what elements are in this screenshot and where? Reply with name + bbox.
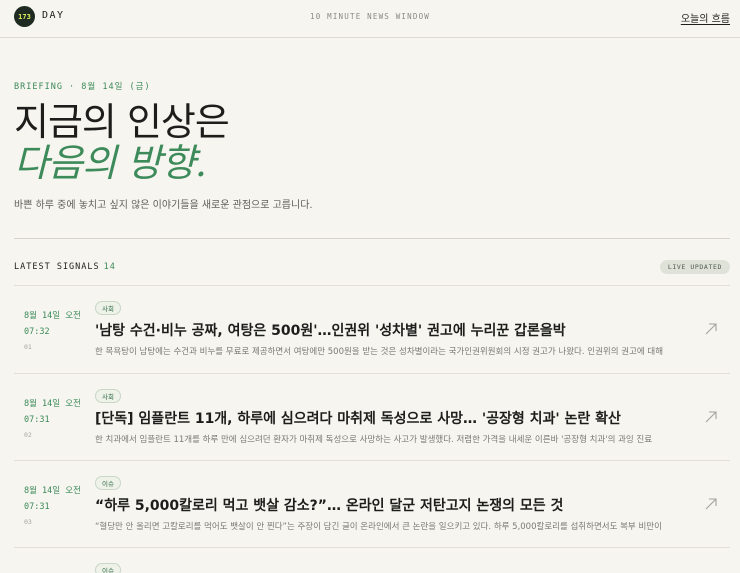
signals-label: LATEST SIGNALS — [14, 262, 100, 272]
todays-flow-link[interactable]: 오늘의 흐름 — [681, 10, 730, 25]
item-date: 8월 14일 오전 — [24, 486, 81, 496]
live-updated-badge: LIVE UPDATED — [659, 260, 730, 274]
news-item[interactable]: 8월 14일 오전 07:32 01 사회 '남탕 수건·비누 공짜, 여탕은 … — [14, 285, 730, 373]
hero-title-line2: 다음의 방향. — [14, 141, 207, 185]
category-tag: 이슈 — [95, 563, 121, 573]
news-item[interactable]: 8월 14일 오전 07:31 03 이슈 “하루 5,000칼로리 먹고 뱃살… — [14, 460, 730, 548]
item-title[interactable]: “하루 5,000칼로리 먹고 뱃살 감소?”… 온라인 달군 저탄고지 논쟁의… — [95, 495, 685, 515]
item-summary: “혈당만 안 올리면 고칼로리를 먹어도 뱃살이 안 찐다”는 주장이 담긴 글… — [95, 522, 662, 532]
item-title[interactable]: [단독] 임플란트 11개, 하루에 심으려다 마취제 독성으로 사망… '공장… — [95, 408, 685, 428]
category-tag: 사회 — [95, 301, 121, 315]
news-item[interactable]: 8월 14일 오전 07:31 02 사회 [단독] 임플란트 11개, 하루에… — [14, 373, 730, 461]
category-tag: 이슈 — [95, 476, 121, 490]
item-number: 01 — [24, 343, 32, 351]
arrow-up-right-icon[interactable] — [704, 497, 718, 511]
latest-signals-heading: LATEST SIGNALS 14 — [14, 262, 116, 272]
arrow-up-right-icon[interactable] — [704, 410, 718, 424]
briefing-eyebrow: BRIEFING · 8월 14일 (금) — [14, 82, 151, 92]
item-time: 07:31 — [24, 415, 50, 425]
item-title[interactable]: '남탕 수건·비누 공짜, 여탕은 500원'…인권위 '성차별' 권고에 누리… — [95, 320, 685, 340]
window-label: 10 MINUTE NEWS WINDOW — [309, 12, 431, 21]
hero-subtitle: 바쁜 하루 중에 놓치고 싶지 않은 이야기들을 새로운 관점으로 고릅니다. — [14, 200, 313, 211]
item-date: 8월 14일 오전 — [24, 311, 81, 321]
arrow-up-right-icon[interactable] — [704, 322, 718, 336]
section-divider — [14, 238, 730, 239]
item-number: 02 — [24, 431, 32, 439]
item-time: 07:31 — [24, 502, 50, 512]
hero-title-line1: 지금의 인상은 — [14, 100, 230, 144]
top-bar: 173 DAY 10 MINUTE NEWS WINDOW 오늘의 흐름 — [0, 0, 740, 38]
item-number: 03 — [24, 518, 32, 526]
news-item[interactable]: 이슈 — [14, 547, 730, 573]
item-date: 8월 14일 오전 — [24, 399, 81, 409]
item-time: 07:32 — [24, 327, 50, 337]
signals-count: 14 — [103, 262, 116, 272]
item-summary: 한 치과에서 임플란트 11개를 하루 만에 심으려던 환자가 마취제 독성으로… — [95, 435, 653, 445]
category-tag: 사회 — [95, 389, 121, 403]
item-summary: 한 목욕탕이 남탕에는 수건과 비누를 무료로 제공하면서 여탕에만 500원을… — [95, 347, 664, 357]
